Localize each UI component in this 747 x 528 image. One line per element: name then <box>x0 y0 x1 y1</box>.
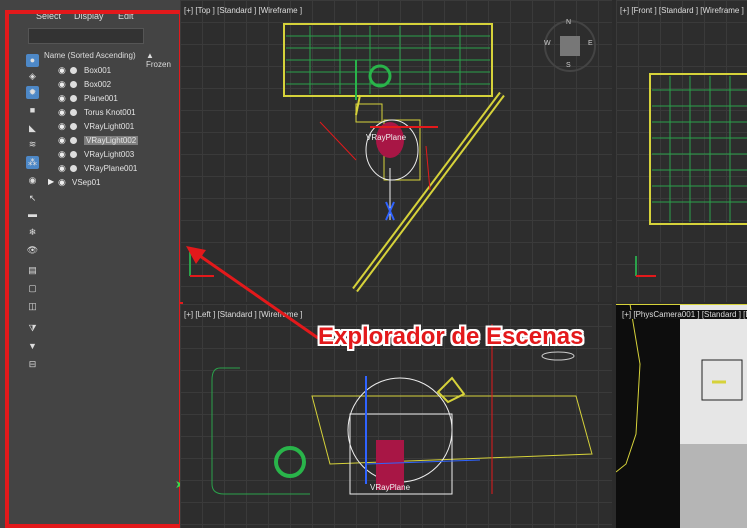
object-label: VRayPlane <box>366 133 407 142</box>
visibility-eye-icon[interactable]: ◉ <box>58 135 66 146</box>
visibility-eye-icon[interactable]: ◉ <box>58 163 66 174</box>
camera-view-render <box>616 304 747 528</box>
helper-filter-icon[interactable]: ◣ <box>26 122 39 135</box>
menu-edit[interactable]: Edit <box>118 11 134 21</box>
bone-filter-icon[interactable]: ↖ <box>26 192 39 205</box>
render-dot-icon[interactable] <box>70 151 77 158</box>
viewcube-face[interactable] <box>560 36 580 56</box>
hidden-filter-icon[interactable]: 👁 <box>26 244 39 257</box>
viewcube[interactable]: N S W E <box>544 19 596 72</box>
visibility-eye-icon[interactable]: ◉ <box>58 79 66 90</box>
viewcube-north[interactable]: N <box>566 19 571 26</box>
list-item[interactable]: ◉ Box002 <box>44 79 176 91</box>
explorer-search-input[interactable] <box>28 28 144 44</box>
find-filter-icon[interactable]: ⧩ <box>26 322 39 335</box>
object-name[interactable]: VRayLight003 <box>84 150 134 159</box>
filter-funnel-icon[interactable]: ▼ <box>26 340 39 353</box>
render-dot-icon[interactable] <box>70 81 77 88</box>
object-name[interactable]: VRayLight001 <box>84 122 134 131</box>
explorer-column-header: Name (Sorted Ascending) ▲ Frozen <box>44 50 176 69</box>
list-item[interactable]: ◉ Torus Knot001 <box>44 107 176 119</box>
render-dot-icon[interactable] <box>70 67 77 74</box>
viewport-top[interactable]: [+] [Top ] [Standard ] [Wireframe ] VRay… <box>180 0 612 302</box>
select-all-icon[interactable]: ▤ <box>26 264 39 277</box>
list-item[interactable]: ◉ VRayPlane001 <box>44 163 176 175</box>
explorer-menubar: Select Display Edit <box>0 8 180 24</box>
select-invert-icon[interactable]: ◫ <box>26 300 39 313</box>
menu-display[interactable]: Display <box>74 11 104 21</box>
camera-filter-icon[interactable]: ■ <box>26 104 39 117</box>
layer-icon[interactable]: ⊟ <box>26 358 39 371</box>
render-dot-icon[interactable] <box>70 165 77 172</box>
xref-filter-icon[interactable]: ◉ <box>26 174 39 187</box>
spacewarp-filter-icon[interactable]: ≋ <box>26 138 39 151</box>
visibility-eye-icon[interactable]: ◉ <box>58 177 66 188</box>
column-name-header[interactable]: Name (Sorted Ascending) <box>44 51 136 60</box>
object-label: VRayPlane <box>370 483 411 492</box>
visibility-eye-icon[interactable]: ◉ <box>58 107 66 118</box>
frozen-filter-icon[interactable]: ❄ <box>26 226 39 239</box>
viewport-front[interactable]: [+] [Front ] [Standard ] [Wireframe ] <box>616 0 747 302</box>
list-item-selected[interactable]: ◉ VRayLight002 <box>44 135 176 147</box>
visibility-eye-icon[interactable]: ◉ <box>58 121 66 132</box>
list-item[interactable]: ▶ ◉ VSep01 <box>44 177 176 189</box>
list-item[interactable]: ◉ Plane001 <box>44 93 176 105</box>
render-dot-icon[interactable] <box>70 123 77 130</box>
visibility-eye-icon[interactable]: ◉ <box>58 93 66 104</box>
object-name[interactable]: VRayPlane001 <box>84 164 137 173</box>
list-item[interactable]: ◉ VRayLight001 <box>44 121 176 133</box>
render-dot-icon[interactable] <box>70 109 77 116</box>
list-item[interactable]: ◉ VRayLight003 <box>44 149 176 161</box>
viewport-label[interactable]: [+] [PhysCamera001 ] [Standard ] [Defaul… <box>620 310 747 319</box>
visibility-eye-icon[interactable]: ◉ <box>58 149 66 160</box>
viewcube-south[interactable]: S <box>566 62 571 69</box>
display-all-icon[interactable]: ● <box>26 54 39 67</box>
geometry-filter-icon[interactable]: ◈ <box>26 70 39 83</box>
menu-select[interactable]: Select <box>36 11 61 21</box>
object-name[interactable]: Plane001 <box>84 94 118 103</box>
front-view-wireframe <box>635 73 747 277</box>
viewport-camera[interactable]: [+] [PhysCamera001 ] [Standard ] [Defaul… <box>616 304 747 528</box>
visibility-eye-icon[interactable]: ◉ <box>58 65 66 76</box>
expand-arrow-icon[interactable]: ▶ <box>48 177 54 186</box>
object-name[interactable]: VSep01 <box>72 178 100 187</box>
render-dot-icon[interactable] <box>70 137 77 144</box>
scene-explorer: Select Display Edit Name (Sorted Ascendi… <box>0 0 180 528</box>
render-dot-icon[interactable] <box>70 95 77 102</box>
object-name[interactable]: Torus Knot001 <box>84 108 136 117</box>
object-name[interactable]: Box002 <box>84 80 111 89</box>
select-none-icon[interactable]: ▢ <box>26 282 39 295</box>
light-filter-icon[interactable]: ✹ <box>26 86 39 99</box>
viewcube-east[interactable]: E <box>588 40 593 47</box>
group-filter-icon[interactable]: ⁂ <box>26 156 39 169</box>
viewcube-west[interactable]: W <box>544 40 551 47</box>
container-filter-icon[interactable]: ▬ <box>26 208 39 221</box>
object-name[interactable]: VRayLight002 <box>84 136 139 145</box>
explorer-filter-toolbar: ● ◈ ✹ ■ ◣ ≋ ⁂ ◉ ↖ ▬ ❄ 👁 ▤ ▢ ◫ ⧩ ▼ ⊟ <box>24 52 42 372</box>
callout-label: Explorador de Escenas <box>318 323 584 350</box>
object-name[interactable]: Box001 <box>84 66 111 75</box>
list-item[interactable]: ◉ Box001 <box>44 65 176 77</box>
